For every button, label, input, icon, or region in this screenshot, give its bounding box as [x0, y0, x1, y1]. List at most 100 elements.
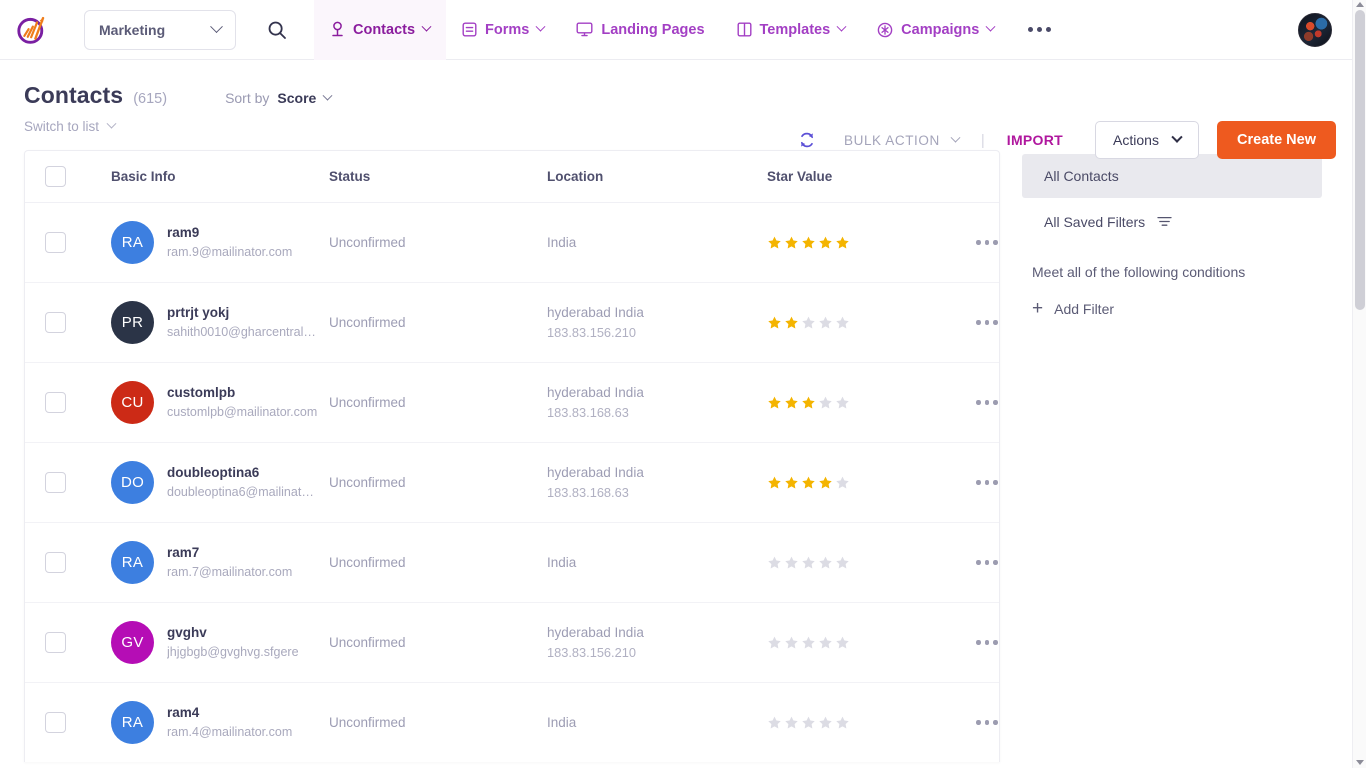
star-icon[interactable] — [835, 395, 850, 410]
star-icon[interactable] — [784, 635, 799, 650]
star-icon[interactable] — [801, 635, 816, 650]
contact-name[interactable]: gvghv — [167, 623, 299, 643]
star-icon[interactable] — [784, 315, 799, 330]
column-header-basic-info[interactable]: Basic Info — [111, 169, 329, 184]
column-header-location[interactable]: Location — [547, 169, 767, 184]
star-rating[interactable] — [767, 555, 952, 570]
nav-item-templates[interactable]: Templates — [721, 0, 862, 60]
star-icon[interactable] — [818, 635, 833, 650]
table-row[interactable]: RAram7ram.7@mailinator.comUnconfirmedInd… — [25, 523, 999, 603]
star-icon[interactable] — [818, 235, 833, 250]
workspace-selector[interactable]: Marketing — [84, 10, 236, 50]
star-icon[interactable] — [767, 315, 782, 330]
star-icon[interactable] — [801, 715, 816, 730]
row-menu-button[interactable] — [976, 480, 998, 485]
actions-button[interactable]: Actions — [1095, 121, 1199, 159]
table-row[interactable]: GVgvghvjhjgbgb@gvghvg.sfgereUnconfirmedh… — [25, 603, 999, 683]
table-row[interactable]: DOdoubleoptina6doubleoptina6@mailinator.… — [25, 443, 999, 523]
column-header-status[interactable]: Status — [329, 169, 547, 184]
table-row[interactable]: RAram9ram.9@mailinator.comUnconfirmedInd… — [25, 203, 999, 283]
row-checkbox[interactable] — [45, 632, 66, 653]
star-icon[interactable] — [767, 635, 782, 650]
star-icon[interactable] — [835, 715, 850, 730]
cell-basic-info: GVgvghvjhjgbgb@gvghvg.sfgere — [111, 621, 329, 664]
star-rating[interactable] — [767, 235, 952, 250]
column-header-star-value[interactable]: Star Value — [767, 169, 952, 184]
row-checkbox[interactable] — [45, 312, 66, 333]
brand-logo[interactable] — [0, 13, 56, 47]
import-button[interactable]: IMPORT — [1007, 132, 1063, 148]
star-icon[interactable] — [818, 395, 833, 410]
all-saved-filters[interactable]: All Saved Filters — [1022, 214, 1322, 230]
row-checkbox[interactable] — [45, 552, 66, 573]
bulk-action-dropdown[interactable]: BULK ACTION — [844, 133, 959, 148]
table-row[interactable]: CUcustomlpbcustomlpb@mailinator.comUncon… — [25, 363, 999, 443]
star-icon[interactable] — [784, 395, 799, 410]
star-icon[interactable] — [801, 475, 816, 490]
star-rating[interactable] — [767, 395, 952, 410]
star-rating[interactable] — [767, 635, 952, 650]
row-checkbox[interactable] — [45, 472, 66, 493]
star-icon[interactable] — [784, 555, 799, 570]
refresh-button[interactable] — [794, 127, 820, 153]
star-icon[interactable] — [801, 315, 816, 330]
star-icon[interactable] — [835, 315, 850, 330]
star-icon[interactable] — [835, 475, 850, 490]
row-menu-button[interactable] — [976, 640, 998, 645]
nav-item-forms[interactable]: Forms — [446, 0, 560, 60]
row-menu-button[interactable] — [976, 560, 998, 565]
row-checkbox[interactable] — [45, 392, 66, 413]
contact-name[interactable]: doubleoptina6 — [167, 463, 319, 483]
star-icon[interactable] — [767, 555, 782, 570]
table-row[interactable]: PRprtrjt yokjsahith0010@gharcentral.co..… — [25, 283, 999, 363]
star-icon[interactable] — [818, 715, 833, 730]
contact-name[interactable]: customlpb — [167, 383, 317, 403]
add-filter-button[interactable]: + Add Filter — [1022, 299, 1322, 318]
table-row[interactable]: RAram4ram.4@mailinator.comUnconfirmedInd… — [25, 683, 999, 762]
star-icon[interactable] — [801, 555, 816, 570]
star-icon[interactable] — [835, 635, 850, 650]
nav-item-landing-pages[interactable]: Landing Pages — [560, 0, 720, 60]
star-icon[interactable] — [784, 715, 799, 730]
nav-item-campaigns[interactable]: Campaigns — [861, 0, 1010, 60]
star-icon[interactable] — [835, 555, 850, 570]
user-avatar[interactable] — [1298, 13, 1332, 47]
avatar: RA — [111, 701, 154, 744]
select-all-checkbox[interactable] — [45, 166, 66, 187]
row-menu-button[interactable] — [976, 240, 998, 245]
star-icon[interactable] — [767, 235, 782, 250]
row-menu-button[interactable] — [976, 720, 998, 725]
contact-name[interactable]: ram4 — [167, 703, 292, 723]
star-icon[interactable] — [801, 235, 816, 250]
star-icon[interactable] — [835, 235, 850, 250]
contact-name[interactable]: ram7 — [167, 543, 292, 563]
star-icon[interactable] — [801, 395, 816, 410]
star-rating[interactable] — [767, 715, 952, 730]
row-checkbox[interactable] — [45, 712, 66, 733]
star-icon[interactable] — [818, 315, 833, 330]
star-icon[interactable] — [818, 475, 833, 490]
more-nav-button[interactable] — [1010, 0, 1069, 60]
star-icon[interactable] — [818, 555, 833, 570]
row-checkbox[interactable] — [45, 232, 66, 253]
star-icon[interactable] — [784, 235, 799, 250]
star-rating[interactable] — [767, 315, 952, 330]
page-scrollbar[interactable] — [1352, 0, 1366, 768]
search-button[interactable] — [262, 15, 292, 45]
star-rating[interactable] — [767, 475, 952, 490]
star-icon[interactable] — [767, 475, 782, 490]
star-icon[interactable] — [767, 715, 782, 730]
star-icon[interactable] — [784, 475, 799, 490]
all-contacts-tab[interactable]: All Contacts — [1022, 154, 1322, 198]
contact-name[interactable]: ram9 — [167, 223, 292, 243]
scroll-down-arrow-icon[interactable] — [1356, 760, 1364, 765]
scrollbar-thumb[interactable] — [1355, 10, 1365, 310]
sort-by-control[interactable]: Sort by Score — [225, 90, 331, 106]
nav-item-contacts[interactable]: Contacts — [314, 0, 446, 60]
scroll-up-arrow-icon[interactable] — [1356, 2, 1364, 7]
row-menu-button[interactable] — [976, 320, 998, 325]
star-icon[interactable] — [767, 395, 782, 410]
create-new-button[interactable]: Create New — [1217, 121, 1336, 159]
contact-name[interactable]: prtrjt yokj — [167, 303, 319, 323]
row-menu-button[interactable] — [976, 400, 998, 405]
